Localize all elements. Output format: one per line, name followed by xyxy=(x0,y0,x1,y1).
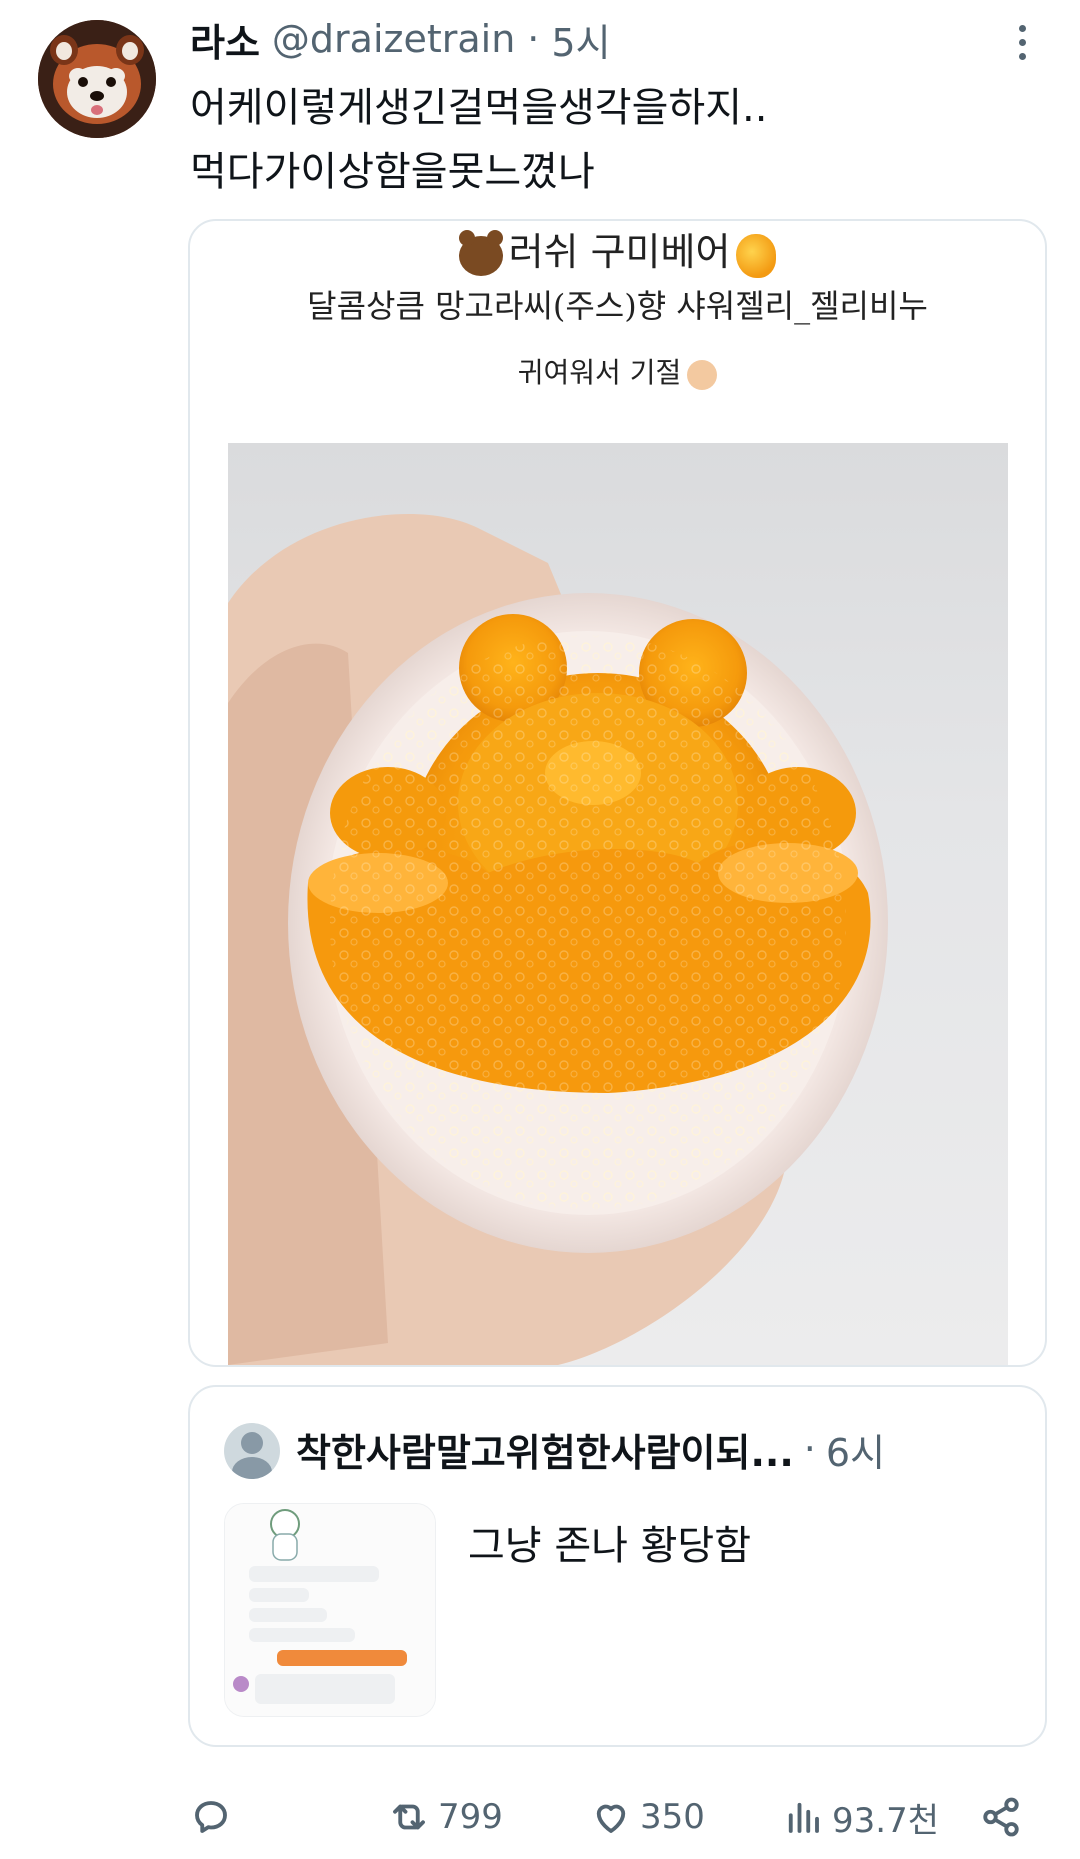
retweet-button[interactable]: 799 xyxy=(388,1782,503,1852)
tweet-header: 라소 @draizetrain · 5시 xyxy=(190,12,611,67)
tweet-text-line: 먹다가이상함을못느꼈나 xyxy=(190,149,595,195)
action-bar: 799 350 93.7천 xyxy=(0,1782,1080,1852)
user-avatar[interactable] xyxy=(38,20,156,138)
separator-dot: · xyxy=(527,17,540,61)
views-button[interactable]: 93.7천 xyxy=(782,1782,939,1852)
reply-button[interactable] xyxy=(190,1782,232,1852)
tweet: 라소 @draizetrain · 5시 어케이렇게생긴걸먹을생각을하지.. 먹… xyxy=(0,0,1080,1859)
caption-line-2: 달콤상큼 망고라씨(주스)향 샤워젤리_젤리비누 xyxy=(307,287,928,325)
quoted-tweet-header: 착한사람말고위험한사람이되... · 6시 xyxy=(296,1419,1026,1479)
tweet-time[interactable]: 5시 xyxy=(551,12,610,67)
share-icon xyxy=(983,1797,1019,1837)
reply-icon xyxy=(195,1801,227,1833)
separator-dot: · xyxy=(803,1427,816,1471)
views-icon xyxy=(788,1802,819,1833)
like-button[interactable]: 350 xyxy=(590,1782,705,1852)
like-count: 350 xyxy=(640,1797,705,1837)
user-handle[interactable]: @draizetrain xyxy=(272,17,515,61)
caption-line-1: 러쉬 구미베어 xyxy=(508,230,731,274)
quoted-tweet-time[interactable]: 6시 xyxy=(826,1422,885,1477)
retweet-icon xyxy=(393,1804,425,1830)
tweet-text-line: 어케이렇게생긴걸먹을생각을하지.. xyxy=(190,85,768,131)
mango-emoji-icon xyxy=(736,233,777,278)
views-count: 93.7천 xyxy=(832,1800,939,1841)
retweet-count: 799 xyxy=(438,1797,503,1837)
chat-screenshot-thumbnail-icon xyxy=(225,1504,435,1716)
more-vertical-icon[interactable] xyxy=(1002,18,1042,66)
caption-title: 러쉬 구미베어 xyxy=(190,221,1045,278)
quoted-tweet-text: 그냥 존나 황당함 xyxy=(468,1523,752,1569)
quoted-user-avatar[interactable] xyxy=(224,1423,280,1479)
quoted-tweet[interactable]: 착한사람말고위험한사람이되... · 6시 그냥 존나 황당함 xyxy=(188,1385,1047,1747)
quoted-media-thumbnail[interactable] xyxy=(224,1503,436,1717)
bear-emoji-icon xyxy=(458,229,503,276)
person-emoji-icon xyxy=(687,359,718,390)
jelly-photo[interactable] xyxy=(228,443,1008,1365)
gummy-bear-jelly-photo-icon xyxy=(228,513,888,1365)
caption-line-3: 귀여워서 기절 xyxy=(517,356,682,389)
caption-line-3-wrap: 귀여워서 기절 xyxy=(190,351,1045,391)
quoted-display-name[interactable]: 착한사람말고위험한사람이되... xyxy=(296,1422,794,1477)
share-button[interactable] xyxy=(980,1782,1022,1852)
red-panda-avatar-icon xyxy=(38,20,156,138)
display-name[interactable]: 라소 xyxy=(190,12,260,67)
heart-icon xyxy=(596,1804,626,1833)
tweet-text: 어케이렇게생긴걸먹을생각을하지.. 먹다가이상함을못느꼈나 xyxy=(190,76,1010,204)
media-card[interactable]: 러쉬 구미베어 달콤상큼 망고라씨(주스)향 샤워젤리_젤리비누 귀여워서 기절 xyxy=(188,219,1047,1367)
